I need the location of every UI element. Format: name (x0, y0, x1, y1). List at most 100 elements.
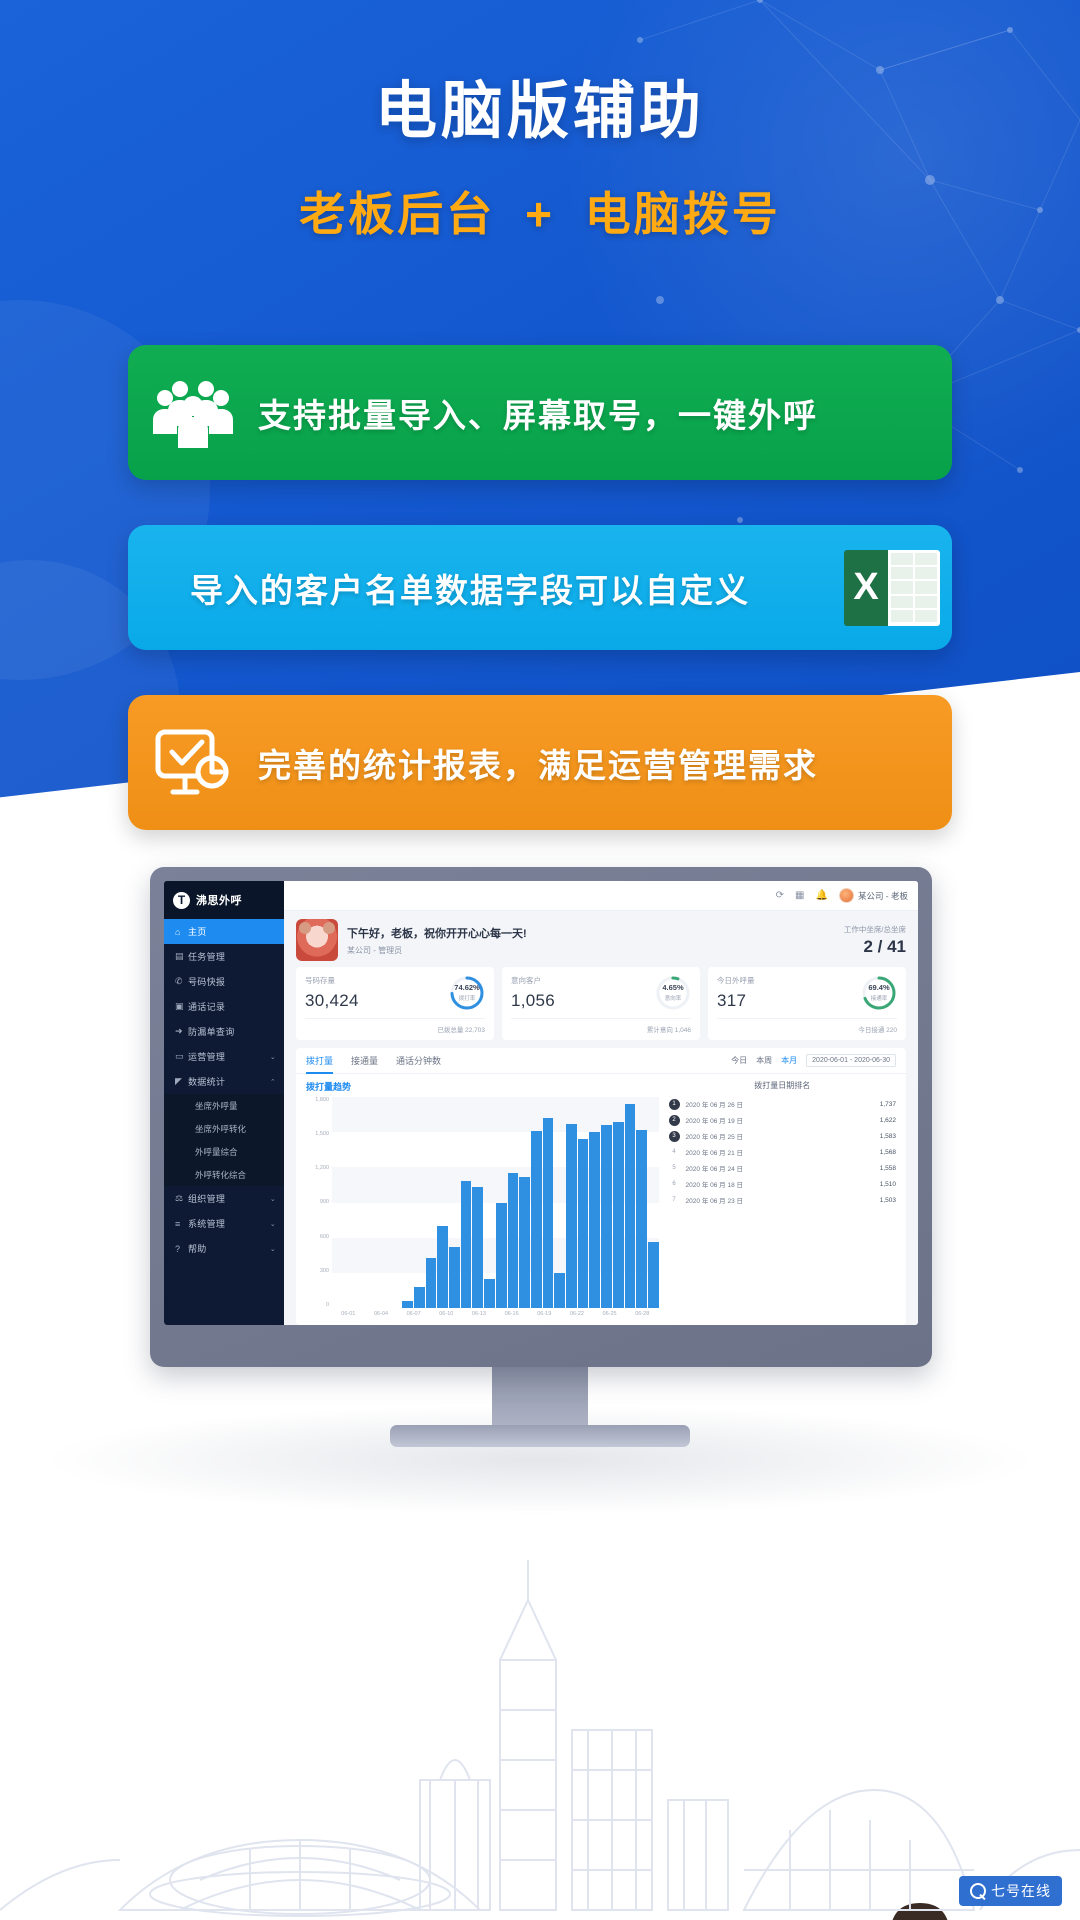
sidebar-item-label: 数据统计 (188, 1077, 226, 1087)
sidebar-item-home[interactable]: ⌂ 主页 (164, 919, 284, 944)
stat-footnote: 已拨总量 22,703 (305, 1018, 485, 1034)
stat-label: 意向客户 (511, 976, 541, 985)
page-subtitle: 老板后台 + 电脑拨号 (0, 178, 1080, 244)
sidebar-item-data-stats[interactable]: ◤ 数据统计 ⌃ (164, 1069, 284, 1094)
help-icon: ? (175, 1243, 181, 1254)
x-tick: 06-04 (373, 1311, 389, 1317)
sidebar-item-call-records[interactable]: ▣ 通话记录 (164, 994, 284, 1019)
stat-percent: 4.65% (662, 983, 684, 993)
sidebar-subitem-conversion-total[interactable]: 外呼转化综合 (164, 1163, 284, 1186)
stat-value: 317 (717, 991, 747, 1010)
sidebar-item-task[interactable]: ▤ 任务管理 (164, 944, 284, 969)
sidebar-item-organization[interactable]: ⚖ 组织管理 ⌄ (164, 1186, 284, 1211)
sidebar-subitem-label: 外呼量综合 (195, 1146, 238, 1157)
bar (636, 1129, 647, 1308)
agent-status: 工作中坐席/总坐席 2 / 41 (844, 924, 906, 957)
bell-icon[interactable]: 🔔 (815, 890, 827, 901)
stat-card-today-calls: 今日外呼量 317 69.4% 接通率 今日接通 220 (708, 967, 906, 1040)
bar (402, 1300, 413, 1308)
range-today[interactable]: 今日 (731, 1055, 747, 1066)
ranking-date: 2020 年 06 月 26 日 (685, 1102, 743, 1109)
feature-banner-batch-import[interactable]: 支持批量导入、屏幕取号，一键外呼 (128, 345, 952, 480)
feature-banner-statistics[interactable]: 完善的统计报表，满足运营管理需求 (128, 695, 952, 830)
stat-percent: 69.4% (868, 983, 890, 993)
bar (566, 1124, 577, 1308)
y-tick: 900 (319, 1199, 329, 1206)
sidebar-item-operations[interactable]: ▭ 运营管理 ⌄ (164, 1044, 284, 1069)
sidebar-item-help[interactable]: ? 帮助 ⌄ (164, 1236, 284, 1261)
ranking-index: 7 (672, 1197, 676, 1203)
y-axis: 1,800 1,500 1,200 900 600 300 0 (306, 1097, 332, 1308)
stat-percent: 74.62% (454, 983, 480, 993)
y-tick: 0 (325, 1301, 329, 1308)
chart-tabs: 拨打量 接通量 通话分钟数 今日 本周 本月 2020-06-01 - 2020… (296, 1048, 906, 1074)
sidebar-subitem-agent-calls[interactable]: 坐席外呼量 (164, 1094, 284, 1117)
date-range-picker[interactable]: 2020-06-01 - 2020-06-30 (806, 1054, 896, 1067)
promo-page: 电脑版辅助 老板后台 + 电脑拨号 支持批量导入、屏幕取号，一键外呼 导入的客户… (0, 0, 1080, 1920)
avatar (838, 888, 854, 903)
bar (542, 1117, 554, 1308)
tab-connected-volume[interactable]: 接通量 (351, 1054, 378, 1073)
sidebar-subitem-label: 坐席外呼转化 (195, 1123, 247, 1134)
dashboard-sidebar: T 沸思外呼 ⌂ 主页 ▤ 任务管理 ✆ 号码快报 ▣ 通话记录 ➜ 防漏单查询… (164, 881, 284, 1325)
logo-mark-icon: T (173, 891, 190, 909)
bar (601, 1125, 612, 1308)
range-month[interactable]: 本月 (781, 1055, 797, 1066)
subtitle-right: 电脑拨号 (584, 188, 781, 240)
stat-label: 号码存量 (305, 976, 335, 985)
excel-icon: X (832, 549, 952, 626)
sidebar-subitem-call-volume[interactable]: 外呼量综合 (164, 1140, 284, 1163)
ranking-list: 拨打量日期排名 1 2020 年 06 月 26 日 1,737 2 2020 年 06… (659, 1080, 896, 1317)
sidebar-subitem-label: 坐席外呼量 (195, 1100, 238, 1111)
task-icon: ▤ (175, 951, 184, 961)
tab-call-minutes[interactable]: 通话分钟数 (396, 1054, 441, 1073)
feature-banner-label: 支持批量导入、屏幕取号，一键外呼 (258, 396, 818, 434)
feature-banner-custom-fields[interactable]: 导入的客户名单数据字段可以自定义 X (128, 525, 952, 650)
progress-ring: 4.65% 意向率 (655, 975, 691, 1011)
feature-banner-label: 完善的统计报表，满足运营管理需求 (258, 746, 818, 784)
monitor-stand-neck (492, 1367, 588, 1429)
user-name: 某公司 - 老板 (857, 890, 908, 901)
ranking-row: 6 2020 年 06 月 18 日 1,510 (669, 1176, 896, 1192)
sidebar-item-label: 组织管理 (188, 1194, 226, 1204)
x-tick: 06-19 (537, 1311, 552, 1317)
ranking-index: 5 (672, 1165, 676, 1171)
x-tick: 06-07 (406, 1311, 421, 1317)
phone-icon: ✆ (175, 976, 183, 986)
ranking-value: 1,737 (879, 1100, 896, 1108)
ranking-index: 3 (668, 1130, 680, 1142)
stat-card-intent-customers: 意向客户 1,056 4.65% 意向率 累计意向 1,046 (502, 967, 700, 1040)
chevron-down-icon: ⌄ (269, 1195, 276, 1203)
chevron-up-icon: ⌃ (269, 1078, 276, 1086)
user-menu[interactable]: 某公司 - 老板 (838, 888, 908, 903)
sidebar-item-number-report[interactable]: ✆ 号码快报 (164, 969, 284, 994)
chart-icon: ◤ (175, 1076, 183, 1086)
stat-value: 1,056 (511, 991, 556, 1010)
x-tick: 06-28 (635, 1311, 650, 1317)
stat-card-number-stock: 号码存量 30,424 74.62% 拨打率 已拨总量 22,703 (296, 967, 494, 1040)
people-group-icon (128, 376, 258, 450)
progress-ring: 74.62% 拨打率 (449, 975, 485, 1011)
excel-grid (888, 549, 940, 626)
refresh-icon[interactable]: ⟳ (776, 890, 784, 901)
system-icon: ≡ (175, 1218, 181, 1229)
agent-status-value: 2 / 41 (863, 936, 906, 956)
chevron-down-icon: ⌄ (269, 1245, 276, 1253)
watermark-text: 七号在线 (991, 1883, 1051, 1899)
sidebar-subitem-agent-conversion[interactable]: 坐席外呼转化 (164, 1117, 284, 1140)
bar (495, 1202, 507, 1308)
stat-value: 30,424 (305, 991, 359, 1010)
stat-percent-label: 意向率 (664, 995, 682, 1002)
bar-chart: 拨打量趋势 1,800 1,500 1,200 900 600 300 0 06… (306, 1080, 659, 1317)
sidebar-item-system[interactable]: ≡ 系统管理 ⌄ (164, 1211, 284, 1236)
x-tick: 06-01 (341, 1311, 356, 1317)
subtitle-left: 老板后台 (299, 188, 496, 240)
grid-icon[interactable]: ▦ (795, 890, 804, 901)
range-week[interactable]: 本周 (756, 1055, 772, 1066)
dashboard-main: ⟳ ▦ 🔔 某公司 - 老板 下午好，老板，祝你开开心心每一天! 某公司 - 管… (284, 881, 918, 1325)
tab-call-volume[interactable]: 拨打量 (306, 1054, 334, 1074)
sidebar-item-leak-query[interactable]: ➜ 防漏单查询 (164, 1019, 284, 1044)
sidebar-item-label: 运营管理 (188, 1052, 226, 1062)
x-tick: 06-22 (569, 1311, 584, 1317)
sidebar-item-label: 帮助 (188, 1244, 207, 1254)
